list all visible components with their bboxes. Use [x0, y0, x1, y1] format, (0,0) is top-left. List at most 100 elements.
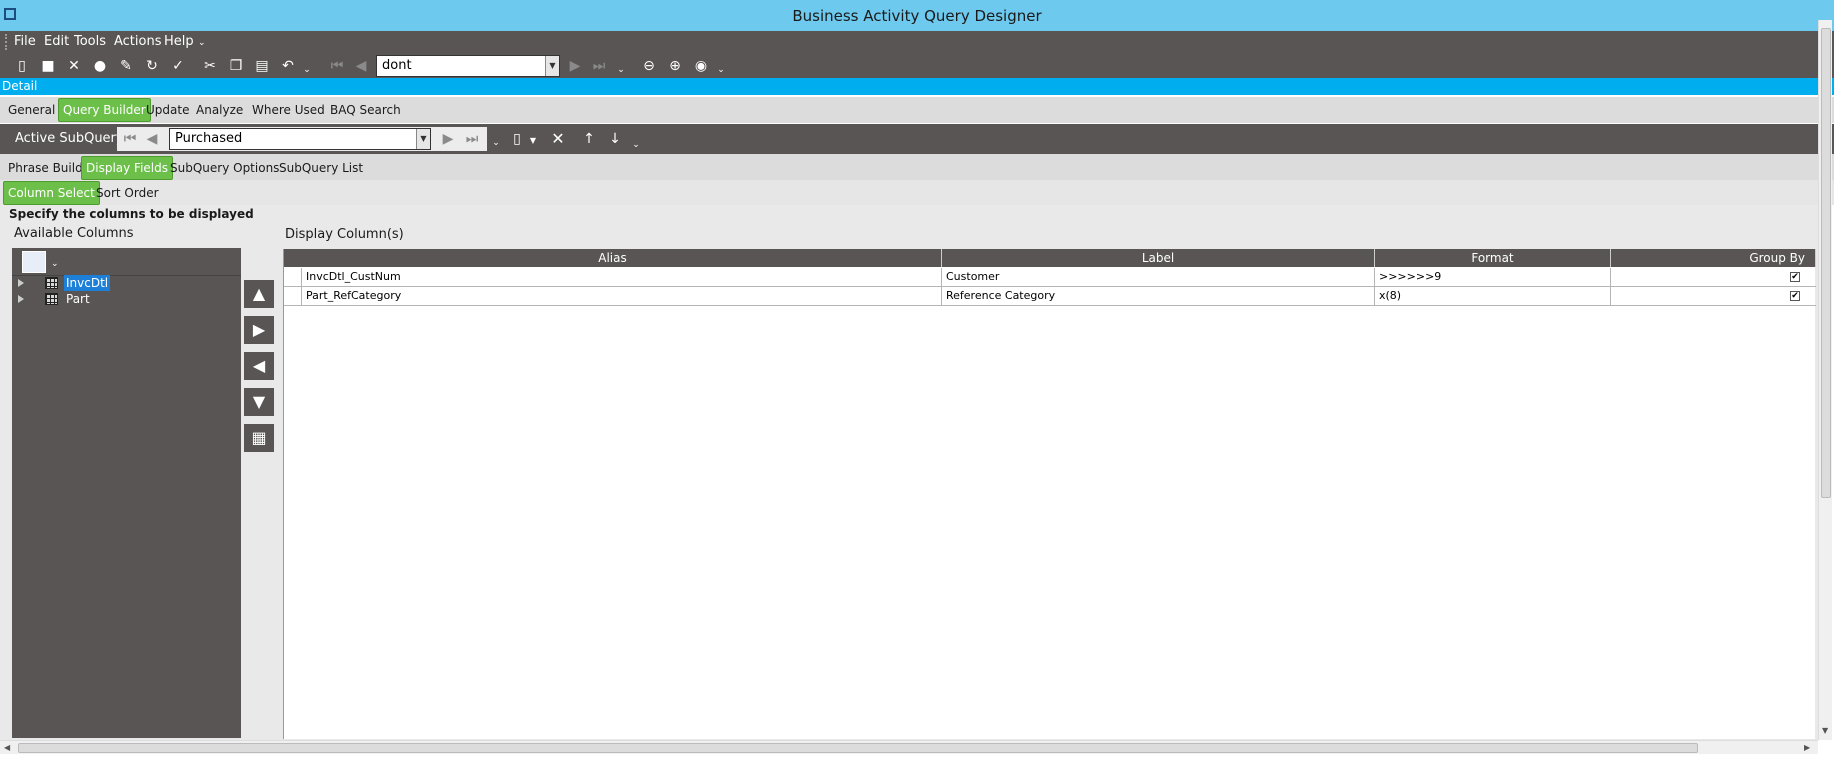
tab-where-used[interactable]: Where Used	[248, 99, 329, 121]
move-up-button[interactable]: ▲	[244, 280, 274, 308]
home-icon[interactable]: ◉	[692, 57, 710, 75]
chevron-down-icon[interactable]: ▼	[545, 56, 559, 76]
table-icon	[45, 277, 58, 289]
prev-record-icon[interactable]: ◀	[352, 57, 370, 75]
subquery-bar: Active SubQuery: ⏮ ◀ Purchased ▼ ▶ ⏭ ⌄ ▯…	[0, 124, 1834, 154]
move-down-icon[interactable]: ↓	[606, 130, 624, 148]
refresh-icon[interactable]: ↻	[143, 57, 161, 75]
tab-analyze[interactable]: Analyze	[192, 99, 247, 121]
record-combo[interactable]: dont ▼	[376, 55, 560, 77]
cell-label[interactable]: Customer	[942, 268, 1375, 286]
col-header-alias[interactable]: Alias	[284, 249, 942, 267]
cell-alias[interactable]: InvcDtl_CustNum	[302, 268, 942, 286]
subquery-last-icon[interactable]: ⏭	[463, 130, 481, 148]
col-header-group-by[interactable]: Group By	[1611, 249, 1816, 267]
tree-label[interactable]: Part	[64, 291, 92, 307]
subquery-combo[interactable]: Purchased ▼	[169, 128, 431, 150]
cut-icon[interactable]: ✂	[201, 57, 219, 75]
subquery-first-icon[interactable]: ⏮	[121, 130, 139, 148]
cell-format[interactable]: >>>>>>9	[1375, 268, 1611, 286]
display-columns-grid[interactable]: Alias Label Format Group By InvcDtl_Cust…	[283, 249, 1816, 739]
undo-icon[interactable]: ↶	[279, 57, 297, 75]
menu-grip[interactable]	[5, 34, 7, 50]
subquery-next-icon[interactable]: ▶	[439, 130, 457, 148]
tab-query-builder[interactable]: Query Builder	[58, 98, 151, 122]
subquery-overflow-icon[interactable]: ⌄	[627, 136, 645, 154]
detail-label: Detail	[2, 79, 38, 93]
delete-icon[interactable]: ✕	[65, 57, 83, 75]
last-record-icon[interactable]: ⏭	[590, 57, 608, 75]
clear-icon[interactable]: ✓	[169, 57, 187, 75]
tab-column-select[interactable]: Column Select	[3, 181, 100, 205]
expand-icon[interactable]	[18, 279, 24, 287]
menu-edit[interactable]: Edit	[44, 34, 69, 49]
tab-baq-search[interactable]: BAQ Search	[326, 99, 405, 121]
tree-view-icon[interactable]	[22, 251, 46, 273]
add-column-button[interactable]: ▶	[244, 316, 274, 344]
menu-tools[interactable]: Tools	[74, 34, 106, 49]
first-record-icon[interactable]: ⏮	[328, 57, 346, 75]
group-by-checkbox[interactable]: ✔	[1790, 291, 1800, 301]
menu-help[interactable]: Help	[164, 34, 194, 49]
back-icon[interactable]: ⊖	[640, 57, 658, 75]
tab-phrase-build[interactable]: Phrase Build	[4, 157, 87, 179]
tree-label[interactable]: InvcDtl	[64, 275, 111, 291]
new-subquery-dropdown-icon[interactable]: ▼	[524, 132, 542, 150]
record-combo-value: dont	[382, 58, 412, 73]
tab-subquery-list[interactable]: SubQuery List	[275, 157, 367, 179]
scroll-down-icon[interactable]: ▼	[1822, 726, 1828, 735]
tree-header: ⌄	[12, 248, 241, 276]
subquery-nav-overflow-icon[interactable]: ⌄	[487, 134, 505, 152]
col-header-label[interactable]: Label	[942, 249, 1375, 267]
toolbar-overflow-icon[interactable]: ⌄	[298, 61, 316, 79]
cell-label[interactable]: Reference Category	[942, 287, 1375, 305]
save-icon[interactable]: ■	[39, 57, 57, 75]
field-tabstrip: Column Select Sort Order	[0, 180, 1834, 205]
cell-format[interactable]: x(8)	[1375, 287, 1611, 305]
tab-sort-order[interactable]: Sort Order	[92, 182, 163, 204]
new-icon[interactable]: ▯	[13, 57, 31, 75]
tab-general[interactable]: General	[4, 99, 59, 121]
subquery-prev-icon[interactable]: ◀	[143, 130, 161, 148]
tab-update[interactable]: Update	[142, 99, 193, 121]
horizontal-scrollbar[interactable]: ◀ ▶	[0, 740, 1818, 754]
row-selector[interactable]	[284, 268, 302, 286]
next-record-icon[interactable]: ▶	[566, 57, 584, 75]
chevron-down-icon[interactable]: ▼	[416, 129, 430, 149]
window-title: Business Activity Query Designer	[792, 7, 1042, 25]
group-by-checkbox[interactable]: ✔	[1790, 272, 1800, 282]
row-selector[interactable]	[284, 287, 302, 305]
menu-file[interactable]: File	[14, 34, 36, 49]
comment-icon[interactable]: ●	[91, 57, 109, 75]
vertical-scroll-thumb[interactable]	[1821, 28, 1831, 498]
paste-icon[interactable]: ▤	[253, 57, 271, 75]
delete-subquery-icon[interactable]: ✕	[549, 130, 567, 148]
extra-overflow-icon[interactable]: ⌄	[712, 61, 730, 79]
col-header-format[interactable]: Format	[1375, 249, 1611, 267]
remove-column-button[interactable]: ◀	[244, 352, 274, 380]
table-icon	[45, 293, 58, 305]
table-row[interactable]: Part_RefCategory Reference Category x(8)…	[284, 287, 1816, 306]
attach-icon[interactable]: ✎	[117, 57, 135, 75]
move-down-button[interactable]: ▼	[244, 388, 274, 416]
tab-display-fields[interactable]: Display Fields	[81, 156, 173, 180]
expand-icon[interactable]	[18, 295, 24, 303]
cell-alias[interactable]: Part_RefCategory	[302, 287, 942, 305]
scroll-right-icon[interactable]: ▶	[1804, 743, 1810, 752]
scroll-left-icon[interactable]: ◀	[4, 743, 10, 752]
vertical-scrollbar[interactable]: ▼	[1818, 20, 1832, 740]
tree-view-dropdown-icon[interactable]: ⌄	[51, 259, 59, 269]
detail-bar: Detail	[0, 78, 1834, 95]
tab-subquery-options[interactable]: SubQuery Options	[166, 157, 283, 179]
horizontal-scroll-thumb[interactable]	[18, 743, 1698, 753]
menu-actions[interactable]: Actions	[114, 34, 162, 49]
menu-overflow-icon[interactable]: ⌄	[198, 38, 206, 48]
forward-icon[interactable]: ⊕	[666, 57, 684, 75]
nav-overflow-icon[interactable]: ⌄	[612, 61, 630, 79]
main-tabstrip: General Query Builder Update Analyze Whe…	[0, 97, 1834, 123]
table-row[interactable]: InvcDtl_CustNum Customer >>>>>>9 ✔	[284, 268, 1816, 287]
move-up-icon[interactable]: ↑	[580, 130, 598, 148]
copy-icon[interactable]: ❐	[227, 57, 245, 75]
available-columns-tree[interactable]: ⌄ InvcDtl Part	[12, 248, 241, 738]
calculator-button[interactable]: ▦	[244, 424, 274, 452]
